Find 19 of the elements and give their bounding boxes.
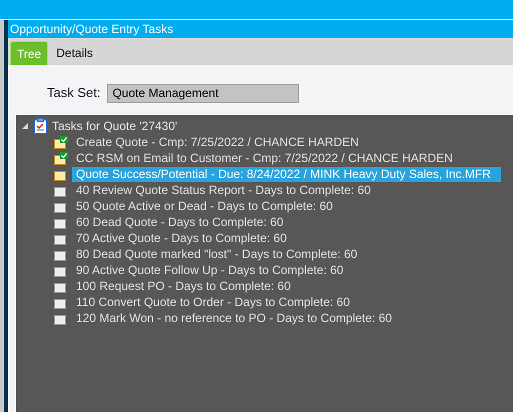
task-set-label: Task Set: xyxy=(47,84,100,102)
task-item[interactable]: 120 Mark Won - no reference to PO - Days to Complete: 60 xyxy=(72,310,396,326)
task-set-field[interactable]: Quote Management xyxy=(107,84,300,102)
expander-icon[interactable] xyxy=(22,122,29,130)
task-item[interactable]: 40 Review Quote Status Report - Days to Complete: 60 xyxy=(72,182,375,198)
task-item[interactable]: 50 Quote Active or Dead - Days to Complete: 60 xyxy=(72,198,337,214)
window-title: Opportunity/Quote Entry Tasks xyxy=(8,20,513,38)
task-item[interactable]: 100 Request PO - Days to Complete: 60 xyxy=(72,278,295,294)
task-item[interactable]: 60 Dead Quote - Days to Complete: 60 xyxy=(72,214,288,230)
task-item[interactable]: 110 Convert Quote to Order - Days to Complete: 60 xyxy=(72,294,354,310)
task-item[interactable]: 70 Active Quote - Days to Complete: 60 xyxy=(72,230,291,246)
task-item[interactable]: 90 Active Quote Follow Up - Days to Complete: 60 xyxy=(72,262,348,278)
task-item[interactable]: Quote Success/Potential - Due: 8/24/2022 / MINK Heavy Duty Sales, Inc.MFR xyxy=(72,166,501,182)
tree-root-label[interactable]: Tasks for Quote '27430' xyxy=(52,117,178,135)
tab[interactable]: Details xyxy=(50,41,99,65)
task-item[interactable]: 80 Dead Quote marked "lost" - Days to Complete: 60 xyxy=(72,246,362,262)
clipboard-icon xyxy=(34,118,47,134)
task-item[interactable]: Create Quote - Cmp: 7/25/2022 / CHANCE HARDEN xyxy=(72,134,363,150)
task-item[interactable]: CC RSM on Email to Customer - Cmp: 7/25/2022 / CHANCE HARDEN xyxy=(72,150,457,166)
